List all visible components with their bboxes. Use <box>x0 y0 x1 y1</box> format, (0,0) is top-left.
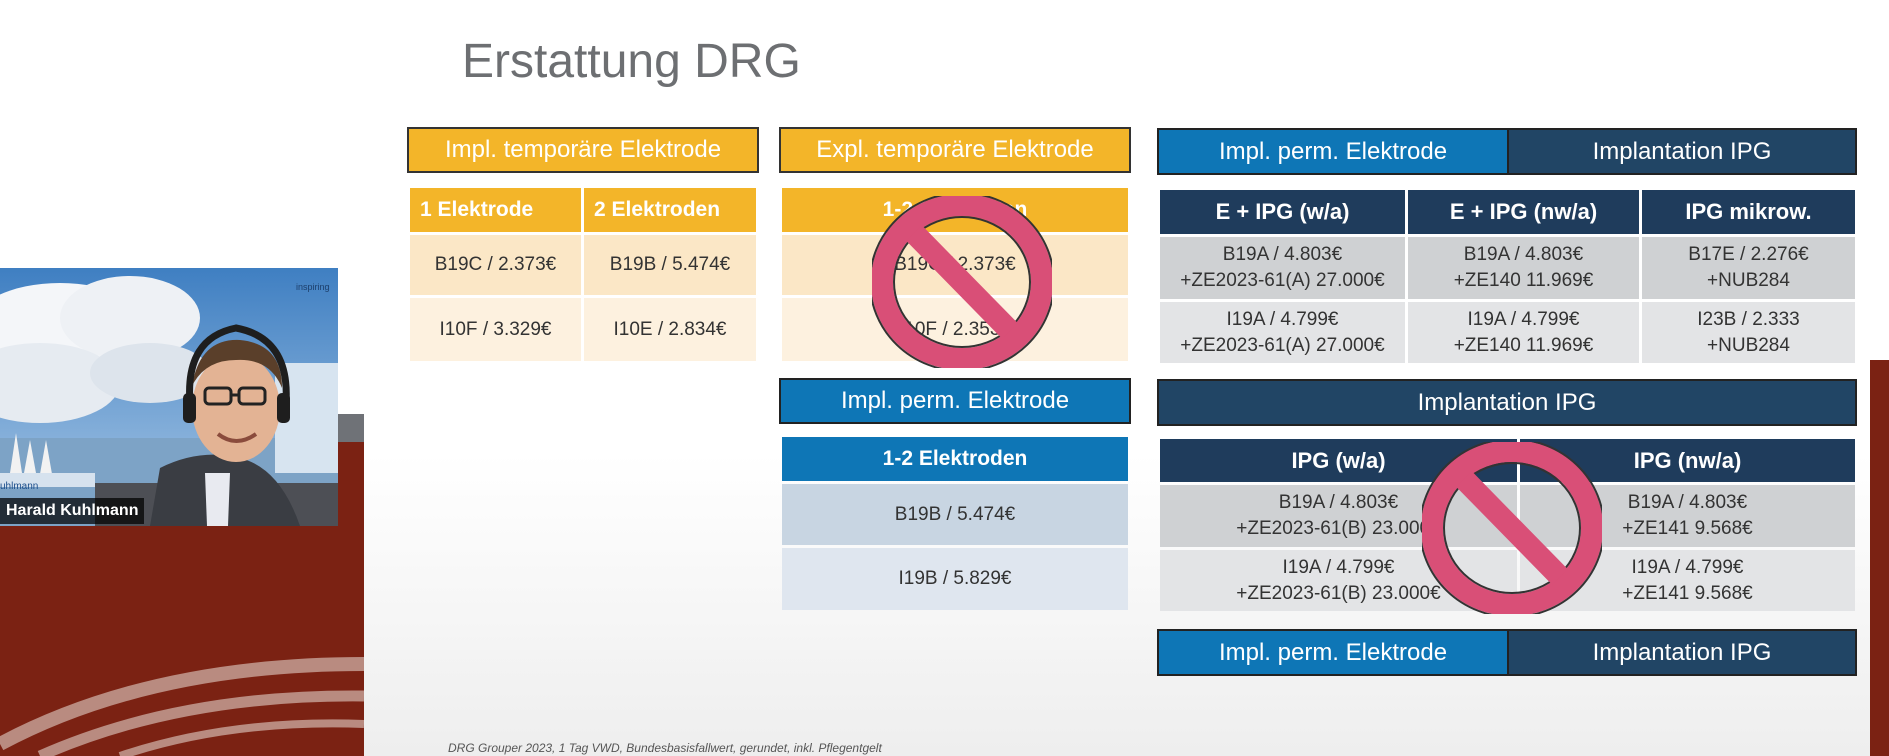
ze-code: +ZE2023-61(A) 27.000€ <box>1180 334 1385 356</box>
combined-col-3: IPG mikrow. <box>1642 190 1855 234</box>
impl-temp-col-2: 2 Elektroden <box>584 188 756 232</box>
footnote: DRG Grouper 2023, 1 Tag VWD, Bundesbasis… <box>448 741 882 755</box>
impl-temp-cell: B19B / 5.474€ <box>584 235 756 295</box>
impl-perm-middle-cell: B19B / 5.474€ <box>782 484 1128 545</box>
drg-code: I19A / 4.799€ <box>1467 308 1580 330</box>
drg-code: B19A / 4.803€ <box>1222 244 1343 265</box>
impl-temp-cell: B19C / 2.373€ <box>410 235 581 295</box>
combined-cell: I19A / 4.799€ +ZE2023-61(A) 27.000€ <box>1160 302 1405 363</box>
combined-cell: I19A / 4.799€ +ZE140 11.969€ <box>1408 302 1639 363</box>
drg-code: B19A / 4.803€ <box>1627 492 1748 513</box>
combined-title-left: Impl. perm. Elektrode <box>1157 128 1509 175</box>
webcam-logo: inspiring <box>296 282 330 292</box>
combined-cell: B19A / 4.803€ +ZE2023-61(A) 27.000€ <box>1160 237 1405 299</box>
ze-code: +ZE141 9.568€ <box>1622 518 1753 539</box>
combined-col-1: E + IPG (w/a) <box>1160 190 1405 234</box>
ze-code: +ZE2023-61(A) 27.000€ <box>1180 270 1385 291</box>
implantation-ipg-title: Implantation IPG <box>1157 379 1857 426</box>
drg-code: I19A / 4.799€ <box>1226 308 1339 330</box>
webcam-image <box>0 268 338 526</box>
combined-title-right: Implantation IPG <box>1507 128 1857 175</box>
drg-code: I19A / 4.799€ <box>1282 556 1395 578</box>
combined-cell: I23B / 2.333 +NUB284 <box>1642 302 1855 363</box>
bottom-title-right: Implantation IPG <box>1507 629 1857 676</box>
ze-code: +NUB284 <box>1707 270 1790 291</box>
ze-code: +ZE140 11.969€ <box>1453 334 1594 356</box>
prohibited-icon <box>1422 442 1602 614</box>
impl-temp-title: Impl. temporäre Elektrode <box>407 127 759 173</box>
impl-perm-middle-cell: I19B / 5.829€ <box>782 548 1128 610</box>
webcam-video[interactable]: inspiring uhlmann Harald Kuhlmann <box>0 268 338 526</box>
right-decoration <box>1870 360 1889 756</box>
ze-code: +ZE2023-61(B) 23.000€ <box>1236 582 1441 604</box>
ze-code: +ZE2023-61(B) 23.000€ <box>1236 518 1441 539</box>
participant-name: Harald Kuhlmann <box>0 498 145 524</box>
drg-code: B19A / 4.803€ <box>1463 244 1584 265</box>
prohibited-icon <box>872 196 1052 368</box>
slide-title: Erstattung DRG <box>462 35 801 88</box>
ze-code: +NUB284 <box>1707 334 1790 356</box>
webcam-banner: uhlmann <box>0 481 39 492</box>
combined-cell: B19A / 4.803€ +ZE140 11.969€ <box>1408 237 1639 299</box>
drg-code: I23B / 2.333 <box>1697 308 1800 330</box>
drg-code: B19A / 4.803€ <box>1278 492 1399 513</box>
impl-perm-middle-col: 1-2 Elektroden <box>782 437 1128 481</box>
expl-temp-title: Expl. temporäre Elektrode <box>779 127 1131 173</box>
combined-col-2: E + IPG (nw/a) <box>1408 190 1639 234</box>
impl-perm-middle-title: Impl. perm. Elektrode <box>779 378 1131 424</box>
impl-temp-cell: I10F / 3.329€ <box>410 298 581 361</box>
impl-temp-cell: I10E / 2.834€ <box>584 298 756 361</box>
ze-code: +ZE140 11.969€ <box>1453 270 1594 291</box>
combined-cell: B17E / 2.276€ +NUB284 <box>1642 237 1855 299</box>
drg-code: I19A / 4.799€ <box>1631 556 1744 578</box>
impl-temp-col-1: 1 Elektrode <box>410 188 581 232</box>
ze-code: +ZE141 9.568€ <box>1622 582 1753 604</box>
bottom-title-left: Impl. perm. Elektrode <box>1157 629 1509 676</box>
drg-code: B17E / 2.276€ <box>1688 244 1809 265</box>
